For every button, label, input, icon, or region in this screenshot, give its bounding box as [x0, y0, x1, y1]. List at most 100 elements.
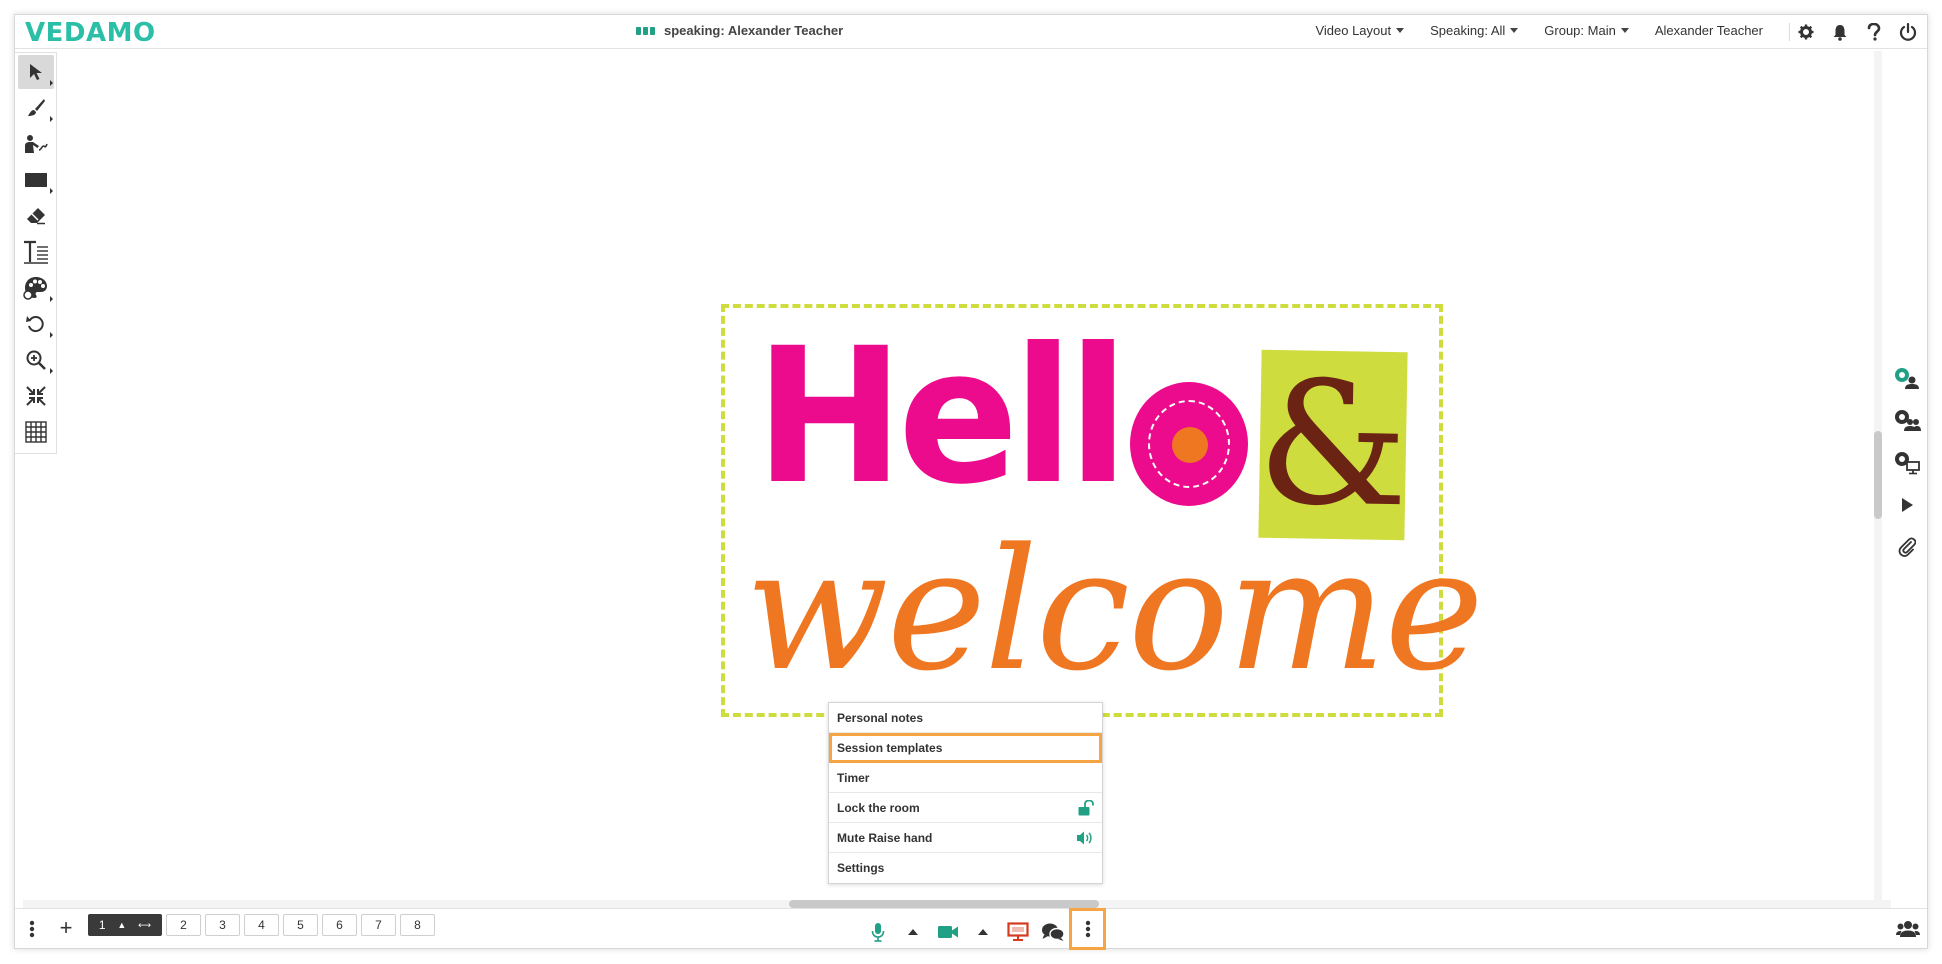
- undo-tool[interactable]: [18, 307, 54, 341]
- play-icon[interactable]: [1892, 491, 1922, 519]
- speaker-icon: [1077, 831, 1092, 844]
- vertical-scrollbar[interactable]: [1874, 51, 1882, 909]
- page-tab-7[interactable]: 7: [361, 914, 396, 936]
- pointer-tool[interactable]: [18, 127, 54, 161]
- shrink-icon: [26, 386, 46, 406]
- page-tabs: 1 ▲ ⟷ 2 3 4 5 6 7 8: [88, 914, 435, 936]
- speaking-status: speaking: Alexander Teacher: [664, 23, 844, 38]
- page-move-up-icon[interactable]: ▲: [117, 920, 126, 930]
- add-page-button[interactable]: +: [55, 915, 77, 941]
- chat-icon[interactable]: [1035, 918, 1070, 946]
- select-tool[interactable]: [18, 55, 54, 89]
- participants-icon[interactable]: [1895, 917, 1921, 941]
- eraser-tool[interactable]: [18, 199, 54, 233]
- menu-item-label: Timer: [837, 770, 870, 785]
- top-bar: VEDAMO speaking: Alexander Teacher Video…: [15, 15, 1927, 49]
- shape-tool[interactable]: [18, 163, 54, 197]
- welcome-text-art: welcome: [745, 512, 1484, 708]
- video-layout-menu[interactable]: Video Layout: [1315, 23, 1405, 38]
- hello-welcome-image[interactable]: Hell & welcome: [721, 304, 1484, 717]
- kebab-menu-icon: [1085, 920, 1090, 938]
- audio-level-icon: [636, 26, 655, 35]
- horizontal-scrollbar[interactable]: [23, 900, 1891, 908]
- text-tool[interactable]: [18, 235, 54, 269]
- grid-icon: [25, 421, 47, 443]
- undo-icon: [26, 316, 44, 333]
- menu-item-settings[interactable]: Settings: [829, 853, 1102, 883]
- zoom-tool[interactable]: [18, 343, 54, 377]
- horizontal-scroll-thumb[interactable]: [789, 900, 1099, 908]
- menu-item-lock-room[interactable]: Lock the room: [829, 793, 1102, 823]
- header-menus: Video Layout Speaking: All Group: Main A…: [1315, 23, 1763, 38]
- unlock-icon: [1078, 799, 1094, 815]
- speaking-indicator: speaking: Alexander Teacher: [636, 23, 843, 38]
- page-tab-6[interactable]: 6: [322, 914, 357, 936]
- grid-tool[interactable]: [18, 415, 54, 449]
- video-layout-label: Video Layout: [1315, 23, 1392, 38]
- caret-down-icon: [1510, 28, 1519, 33]
- user-name[interactable]: Alexander Teacher: [1655, 23, 1763, 38]
- color-tool[interactable]: [18, 271, 54, 305]
- menu-item-timer[interactable]: Timer: [829, 763, 1102, 793]
- camera-options-caret-icon[interactable]: [965, 918, 1000, 946]
- screen-share-icon[interactable]: [1000, 918, 1035, 946]
- zoom-in-icon: [26, 350, 46, 370]
- vertical-scroll-thumb[interactable]: [1874, 431, 1882, 519]
- more-options-menu: Personal notes Session templates Timer L…: [828, 702, 1103, 884]
- cursor-arrow-icon: [30, 64, 42, 80]
- speaking-menu[interactable]: Speaking: All: [1430, 23, 1519, 38]
- rectangle-icon: [25, 173, 47, 187]
- menu-item-label: Mute Raise hand: [837, 830, 933, 845]
- group-chat-icon[interactable]: [1892, 407, 1922, 435]
- page-tab-8[interactable]: 8: [400, 914, 435, 936]
- page-resize-icon[interactable]: ⟷: [138, 920, 151, 931]
- page-tab-5[interactable]: 5: [283, 914, 318, 936]
- speaking-menu-label: Speaking: All: [1430, 23, 1506, 38]
- menu-item-mute-raise-hand[interactable]: Mute Raise hand: [829, 823, 1102, 853]
- user-chat-icon[interactable]: [1892, 365, 1922, 393]
- menu-item-label: Session templates: [837, 740, 943, 755]
- palette-icon: [23, 277, 47, 300]
- pen-tool[interactable]: [18, 91, 54, 125]
- page-tab-2[interactable]: 2: [166, 914, 201, 936]
- right-panel-rail: [1887, 365, 1927, 561]
- screen-chat-icon[interactable]: [1892, 449, 1922, 477]
- header-icons: [1795, 21, 1919, 43]
- menu-item-label: Lock the room: [837, 800, 920, 815]
- logo: VEDAMO: [25, 18, 156, 48]
- drawing-toolbar: [15, 52, 57, 454]
- power-icon[interactable]: [1897, 21, 1919, 43]
- brush-icon: [28, 99, 45, 116]
- mic-options-caret-icon[interactable]: [895, 918, 930, 946]
- media-controls: [860, 908, 1106, 950]
- divider: [1789, 23, 1790, 41]
- camera-icon[interactable]: [930, 918, 965, 946]
- caret-down-icon: [1396, 28, 1405, 33]
- app-window: VEDAMO speaking: Alexander Teacher Video…: [14, 14, 1928, 950]
- more-options-button[interactable]: [1069, 908, 1106, 950]
- eraser-icon: [27, 208, 45, 225]
- bell-icon[interactable]: [1829, 21, 1851, 43]
- kebab-menu-icon[interactable]: [25, 917, 39, 941]
- group-menu-label: Group: Main: [1544, 23, 1616, 38]
- presenter-pointer-icon: [25, 135, 48, 153]
- fit-tool[interactable]: [18, 379, 54, 413]
- caret-down-icon: [1620, 28, 1629, 33]
- menu-item-session-templates[interactable]: Session templates: [829, 733, 1102, 763]
- text-icon: [24, 240, 48, 264]
- page-tab-1[interactable]: 1 ▲ ⟷: [88, 914, 162, 936]
- menu-item-personal-notes[interactable]: Personal notes: [829, 703, 1102, 733]
- bottom-bar: + 1 ▲ ⟷ 2 3 4 5 6 7 8: [15, 908, 1927, 950]
- paperclip-icon[interactable]: [1892, 533, 1922, 561]
- page-tab-3[interactable]: 3: [205, 914, 240, 936]
- group-menu[interactable]: Group: Main: [1544, 23, 1629, 38]
- menu-item-label: Personal notes: [837, 710, 924, 725]
- menu-item-label: Settings: [837, 861, 885, 875]
- hello-text-art: Hell: [755, 307, 1129, 526]
- button-o-decoration: [1130, 382, 1248, 506]
- microphone-icon[interactable]: [860, 918, 895, 946]
- page-tab-4[interactable]: 4: [244, 914, 279, 936]
- help-icon[interactable]: [1863, 21, 1885, 43]
- gear-icon[interactable]: [1795, 21, 1817, 43]
- page-number: 1: [98, 918, 106, 932]
